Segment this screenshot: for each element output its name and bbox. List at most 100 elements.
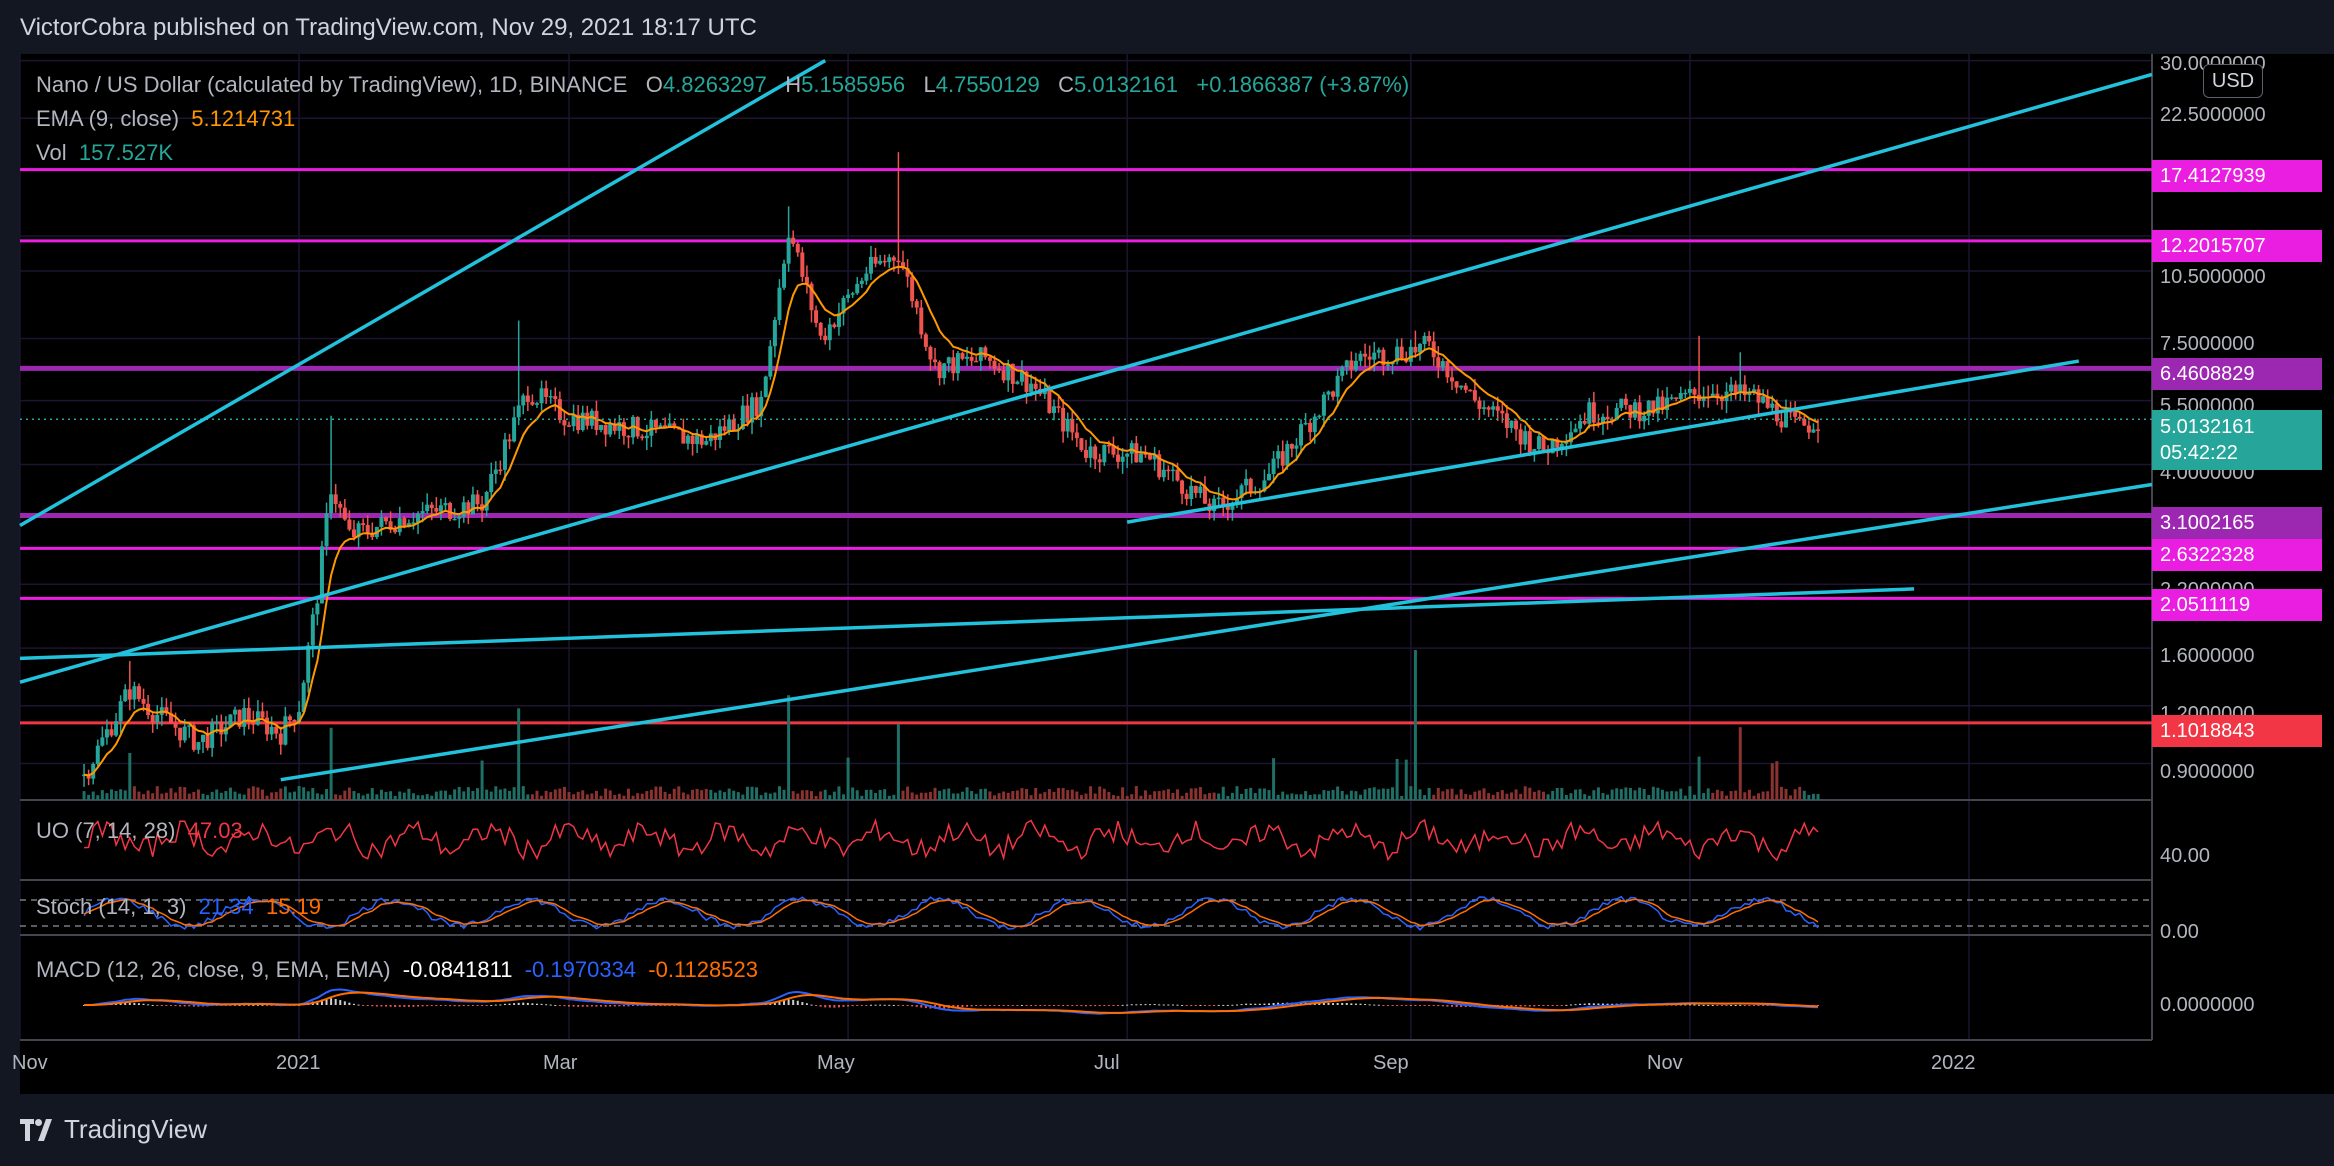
candle-body [1454, 381, 1459, 388]
volume-bar [681, 792, 685, 800]
volume-bar [210, 791, 214, 800]
volume-bar [215, 789, 219, 800]
volume-bar [1606, 794, 1610, 800]
legend-volume[interactable]: Vol 157.527K [36, 140, 173, 166]
volume-bar [1807, 794, 1811, 800]
candle-body [878, 260, 883, 264]
macd-histogram-bar [1720, 1005, 1723, 1006]
volume-bar [1134, 786, 1138, 800]
volume-bar [151, 793, 155, 800]
volume-bar [750, 786, 754, 800]
volume-bar [1171, 792, 1175, 800]
volume-bar [1601, 793, 1605, 800]
volume-bar [544, 790, 548, 800]
chart-canvas[interactable] [0, 0, 2334, 1166]
volume-bar [1386, 788, 1390, 800]
macd-histogram-bar [805, 1003, 808, 1005]
macd-histogram-bar [513, 1003, 516, 1005]
macd-histogram-bar [385, 1005, 388, 1007]
candle-body [1363, 353, 1368, 357]
macd-histogram-bar [901, 1005, 904, 1006]
candle-body [548, 396, 553, 398]
candle-body [887, 257, 892, 263]
macd-histogram-bar [1062, 1005, 1065, 1006]
volume-bar [1743, 792, 1747, 800]
legend-ema[interactable]: EMA (9, close) 5.1214731 [36, 106, 295, 132]
tradingview-logo[interactable]: TradingView [20, 1114, 207, 1145]
footer-bar [0, 1094, 2334, 1166]
candle-body [782, 263, 787, 288]
volume-bar [1349, 790, 1353, 800]
volume-bar [416, 795, 420, 800]
candle-body [219, 721, 224, 735]
volume-bar [1377, 789, 1381, 800]
macd-histogram-bar [192, 1005, 195, 1007]
legend-stoch[interactable]: Stoch (14, 1, 3) 21.34 15.19 [36, 894, 321, 920]
candle-body [997, 368, 1002, 371]
candle-body [1692, 388, 1697, 395]
candle-body [347, 519, 352, 530]
macd-histogram-bar [1601, 1003, 1604, 1005]
volume-bar [1006, 792, 1010, 800]
volume-bar [540, 795, 544, 800]
volume-bar [1660, 789, 1664, 800]
macd-histogram-bar [330, 998, 333, 1005]
volume-bar [796, 793, 800, 800]
volume-bar [1683, 795, 1687, 800]
volume-bar [183, 787, 187, 800]
volume-bar [251, 786, 255, 800]
volume-bar [800, 790, 804, 800]
volume-bar [777, 786, 781, 800]
candle-body [969, 356, 974, 361]
candle-body [942, 363, 947, 379]
candle-body [1633, 402, 1638, 418]
macd-histogram-bar [988, 1005, 991, 1006]
macd-histogram-bar [1359, 1003, 1362, 1005]
macd-histogram-bar [1263, 1003, 1266, 1005]
volume-bar [1455, 794, 1459, 800]
candle-body [269, 726, 274, 735]
candle-body [210, 722, 215, 748]
trendline [1126, 359, 2080, 524]
volume-bar [1015, 790, 1019, 800]
candle-body [1527, 431, 1532, 453]
symbol-name[interactable]: Nano / US Dollar (calculated by TradingV… [36, 72, 627, 97]
macd-histogram-bar [1515, 1005, 1518, 1007]
macd-histogram-bar [865, 1005, 868, 1006]
currency-button[interactable]: USD [2203, 64, 2263, 98]
volume-bar [110, 789, 114, 800]
candle-body [1486, 407, 1491, 410]
volume-bar [334, 794, 338, 800]
volume-bar [1560, 788, 1564, 800]
macd-histogram-bar [174, 1005, 177, 1007]
volume-bar [320, 794, 324, 800]
uo-value: 47.03 [187, 818, 243, 843]
macd-histogram-bar [1757, 1005, 1760, 1006]
macd-histogram-bar [1556, 1005, 1559, 1006]
volume-bar [325, 789, 329, 800]
macd-histogram-bar [1396, 1005, 1399, 1006]
macd-histogram-bar [1217, 1004, 1220, 1006]
macd-histogram-bar [435, 1005, 438, 1007]
candle-body [1106, 444, 1111, 447]
candle-body [1642, 415, 1647, 422]
volume-bar [439, 790, 443, 800]
volume-bar [311, 788, 315, 800]
candle-body [644, 435, 649, 439]
candle-body [882, 260, 887, 263]
candle-body [777, 287, 782, 320]
volume-bar [1043, 792, 1047, 800]
volume-bar [421, 795, 425, 800]
volume-bar [169, 788, 173, 800]
volume-bar [988, 791, 992, 800]
volume-bar [512, 787, 516, 800]
legend-uo[interactable]: UO (7, 14, 28) 47.03 [36, 818, 243, 844]
volume-bar [1313, 794, 1317, 800]
stoch-label: Stoch (14, 1, 3) [36, 894, 187, 919]
candle-body [562, 420, 567, 426]
volume-bar [206, 795, 210, 800]
legend-macd[interactable]: MACD (12, 26, close, 9, EMA, EMA) -0.084… [36, 957, 758, 983]
volume-bar [970, 791, 974, 800]
candle-body [1628, 404, 1633, 418]
macd-histogram-bar [1693, 1004, 1696, 1006]
